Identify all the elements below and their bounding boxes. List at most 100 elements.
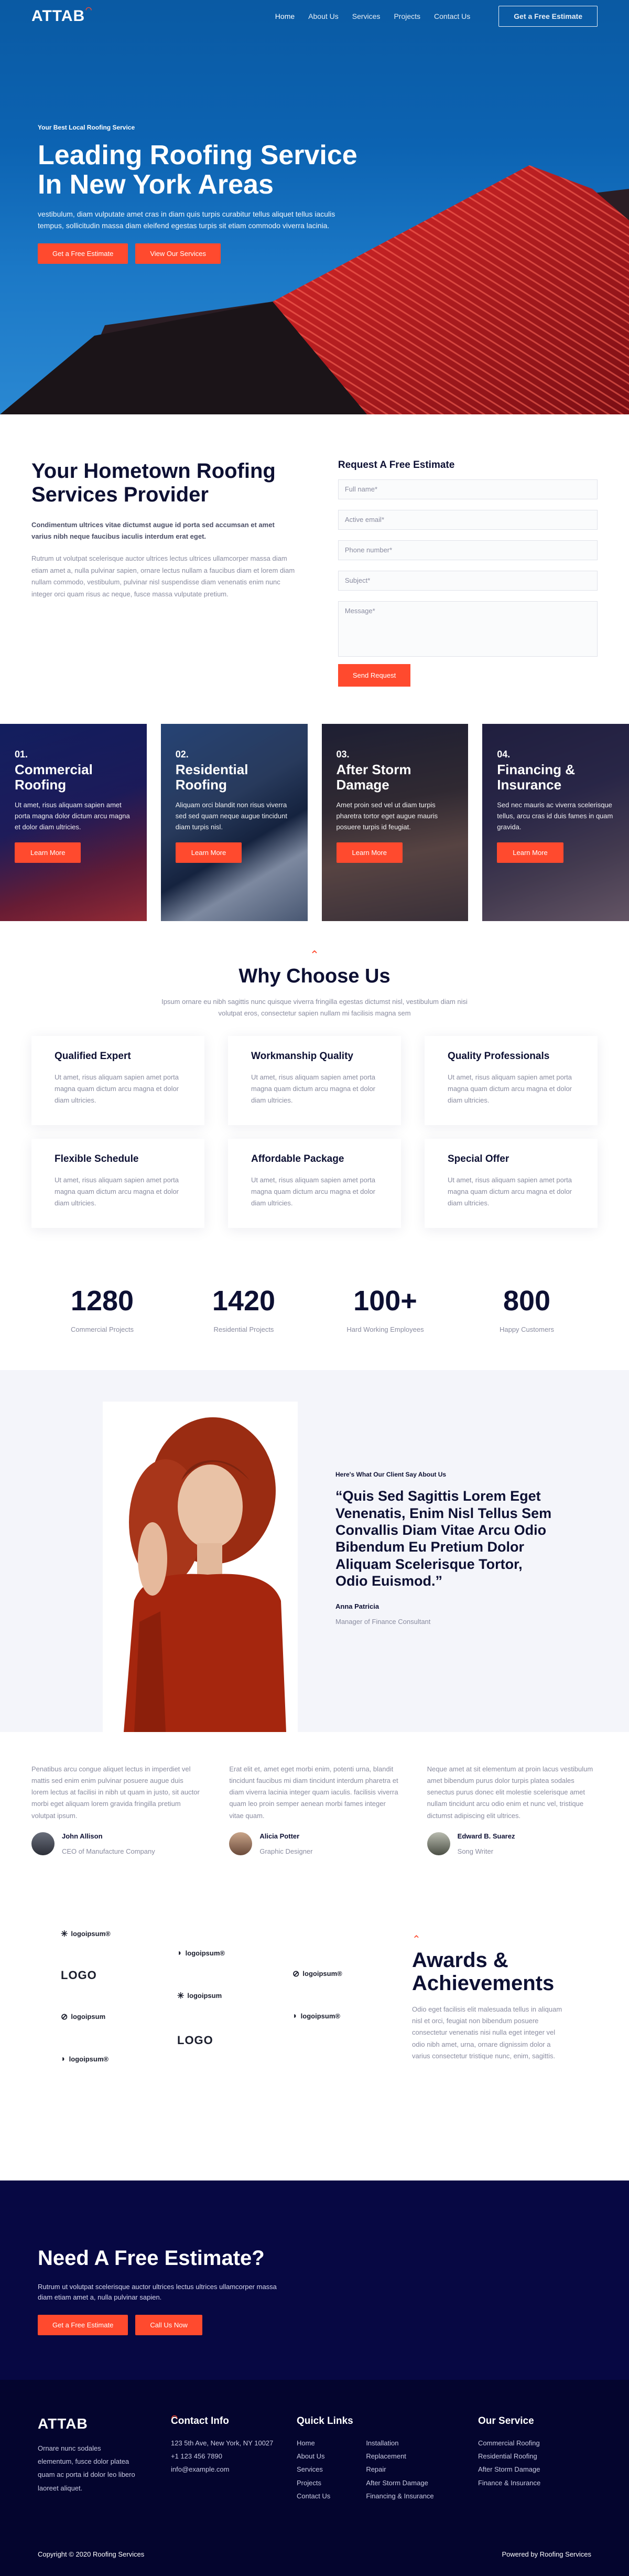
review-item: Neque amet at sit elementum at proin lac…: [427, 1763, 598, 1855]
footer-quick-links: Quick Links Home About Us Services Proje…: [297, 2415, 478, 2503]
awards-text: Odio eget facilisis elit malesuada tellu…: [412, 2005, 562, 2060]
footer-link[interactable]: After Storm Damage: [478, 2463, 540, 2476]
footer-link[interactable]: Commercial Roofing: [478, 2436, 540, 2450]
footer-link[interactable]: Home: [297, 2436, 330, 2450]
powered-by-text: Powered by Roofing Services: [502, 2550, 591, 2558]
stat-item: 800 Happy Customers: [469, 1285, 584, 1333]
nav-contact[interactable]: Contact Us: [434, 12, 470, 20]
send-request-button[interactable]: Send Request: [338, 664, 411, 687]
reviewer-name: Alicia Potter: [259, 1832, 300, 1840]
feature-card: Workmanship Quality Ut amet, risus aliqua…: [228, 1036, 401, 1126]
learn-more-button[interactable]: Learn More: [175, 842, 242, 863]
testimonial-name: Anna Patricia: [335, 1602, 379, 1610]
site-logo[interactable]: ATTAB ◠: [31, 5, 92, 25]
about-body: Rutrum ut volutpat scelerisque auctor ul…: [31, 554, 295, 598]
footer-link[interactable]: After Storm Damage: [366, 2476, 433, 2489]
hero-estimate-button[interactable]: Get a Free Estimate: [38, 243, 128, 264]
service-number: 04.: [497, 749, 511, 760]
nav-estimate-button[interactable]: Get a Free Estimate: [498, 6, 598, 27]
learn-more-button[interactable]: Learn More: [15, 842, 81, 863]
message-field[interactable]: Message*: [338, 601, 598, 657]
stats-section: 1280 Commercial Projects 1420 Residential …: [31, 1254, 598, 1370]
stat-value: 800: [503, 1285, 551, 1317]
reviewer-name: Edward B. Suarez: [457, 1832, 515, 1840]
service-number: 03.: [336, 749, 350, 760]
footer-link[interactable]: Residential Roofing: [478, 2450, 540, 2463]
footer-link[interactable]: Financing & Insurance: [366, 2489, 433, 2503]
footer-email[interactable]: info@example.com: [171, 2463, 297, 2476]
phone-field[interactable]: Phone number*: [338, 540, 598, 560]
feature-text: Ut amet, risus aliquam sapien amet porta…: [448, 1073, 572, 1105]
footer-link[interactable]: Replacement: [366, 2450, 433, 2463]
service-text: Aliquam orci blandit non risus viverra s…: [175, 801, 287, 831]
footer-heading: Contact Info: [171, 2415, 229, 2427]
testimonial-section: Here's What Our Client Say About Us “Qui…: [0, 1370, 629, 1733]
call-us-button[interactable]: Call Us Now: [135, 2315, 202, 2336]
service-title: After Storm Damage: [336, 762, 411, 793]
hero-title: Leading Roofing Service In New York Areas: [38, 140, 357, 200]
feature-title: Special Offer: [448, 1153, 509, 1165]
cta-section: Need A Free Estimate? Rutrum ut volutpat…: [0, 2180, 629, 2380]
form-title: Request A Free Estimate: [338, 459, 455, 471]
estimate-form: Request A Free Estimate Full name* Activ…: [338, 459, 598, 687]
feature-card: Qualified Expert Ut amet, risus aliquam s…: [31, 1036, 204, 1126]
partner-logo: ◗ logoipsum®: [292, 2011, 340, 2021]
nav-about[interactable]: About Us: [308, 12, 339, 20]
partner-logo: ✳ logoipsum: [177, 1991, 222, 2001]
service-text: Amet proin sed vel ut diam turpis pharet…: [336, 801, 438, 831]
full-name-field[interactable]: Full name*: [338, 479, 598, 499]
stat-value: 1420: [212, 1285, 276, 1317]
learn-more-button[interactable]: Learn More: [497, 842, 563, 863]
stat-item: 100+ Hard Working Employees: [328, 1285, 443, 1333]
stat-item: 1420 Residential Projects: [186, 1285, 301, 1333]
about-section: Your Hometown Roofing Services Provider C…: [0, 414, 629, 724]
footer-link[interactable]: Projects: [297, 2476, 330, 2489]
chevron-up-icon: ⌃: [309, 948, 320, 961]
footer-link[interactable]: Contact Us: [297, 2489, 330, 2503]
logo-arc-icon: ◠: [85, 5, 93, 14]
reviewer-role: Graphic Designer: [259, 1847, 313, 1855]
service-card-financing: 04. Financing & Insurance Sed nec mauris …: [482, 724, 629, 921]
partner-logo: LOGO: [177, 2033, 213, 2047]
service-card-commercial: 01. Commercial Roofing Ut amet, risus ali…: [0, 724, 147, 921]
learn-more-button[interactable]: Learn More: [336, 842, 403, 863]
stat-label: Commercial Projects: [71, 1326, 134, 1334]
reviews-section: Penatibus arcu congue aliquet lectus in …: [31, 1732, 598, 1907]
footer-link[interactable]: Finance & Insurance: [478, 2476, 540, 2489]
feature-card: Special Offer Ut amet, risus aliquam sapi…: [425, 1139, 598, 1228]
footer-link[interactable]: Installation: [366, 2436, 433, 2450]
footer-link[interactable]: Repair: [366, 2463, 433, 2476]
reviewer-role: CEO of Manufacture Company: [62, 1847, 155, 1855]
subject-field[interactable]: Subject*: [338, 571, 598, 591]
service-text: Sed nec mauris ac viverra scelerisque te…: [497, 801, 613, 831]
partner-logos: ✳ logoipsum® LOGO ⊘ logoipsum ◗ logoipsum® …: [25, 1929, 392, 2086]
service-number: 01.: [15, 749, 28, 760]
stat-label: Residential Projects: [213, 1326, 274, 1334]
cta-estimate-button[interactable]: Get a Free Estimate: [38, 2315, 128, 2336]
feature-title: Qualified Expert: [55, 1051, 131, 1062]
review-text: Neque amet at sit elementum at proin lac…: [427, 1765, 593, 1820]
footer-link[interactable]: About Us: [297, 2450, 330, 2463]
cta-title: Need A Free Estimate?: [38, 2246, 265, 2270]
about-lead: Condimentum ultrices vitae dictumst augu…: [31, 520, 275, 540]
stat-item: 1280 Commercial Projects: [45, 1285, 160, 1333]
copyright-text: Copyright © 2020 Roofing Services: [38, 2550, 145, 2558]
awards-section: ✳ logoipsum® LOGO ⊘ logoipsum ◗ logoipsum® …: [0, 1908, 629, 2180]
nav-home[interactable]: Home: [275, 12, 295, 20]
hero-text: vestibulum, diam vulputate amet cras in …: [38, 210, 335, 230]
nav-projects[interactable]: Projects: [394, 12, 420, 20]
footer-address: 123 5th Ave, New York, NY 10027: [171, 2439, 274, 2447]
footer-heading: Our Service: [478, 2415, 534, 2427]
logo-arc-icon: ◠: [171, 2413, 178, 2422]
hero-section: ATTAB ◠ Home About Us Services Projects C…: [0, 0, 629, 414]
nav-services[interactable]: Services: [352, 12, 381, 20]
service-number: 02.: [175, 749, 189, 760]
feature-card: Quality Professionals Ut amet, risus aliq…: [425, 1036, 598, 1126]
footer-link[interactable]: Services: [297, 2463, 330, 2476]
service-title: Residential Roofing: [175, 762, 248, 793]
footer-phone[interactable]: +1 123 456 7890: [171, 2450, 297, 2463]
avatar: [427, 1832, 450, 1855]
footer-logo[interactable]: ATTAB ◠: [38, 2413, 178, 2432]
hero-services-button[interactable]: View Our Services: [135, 243, 221, 264]
email-field[interactable]: Active email*: [338, 510, 598, 530]
